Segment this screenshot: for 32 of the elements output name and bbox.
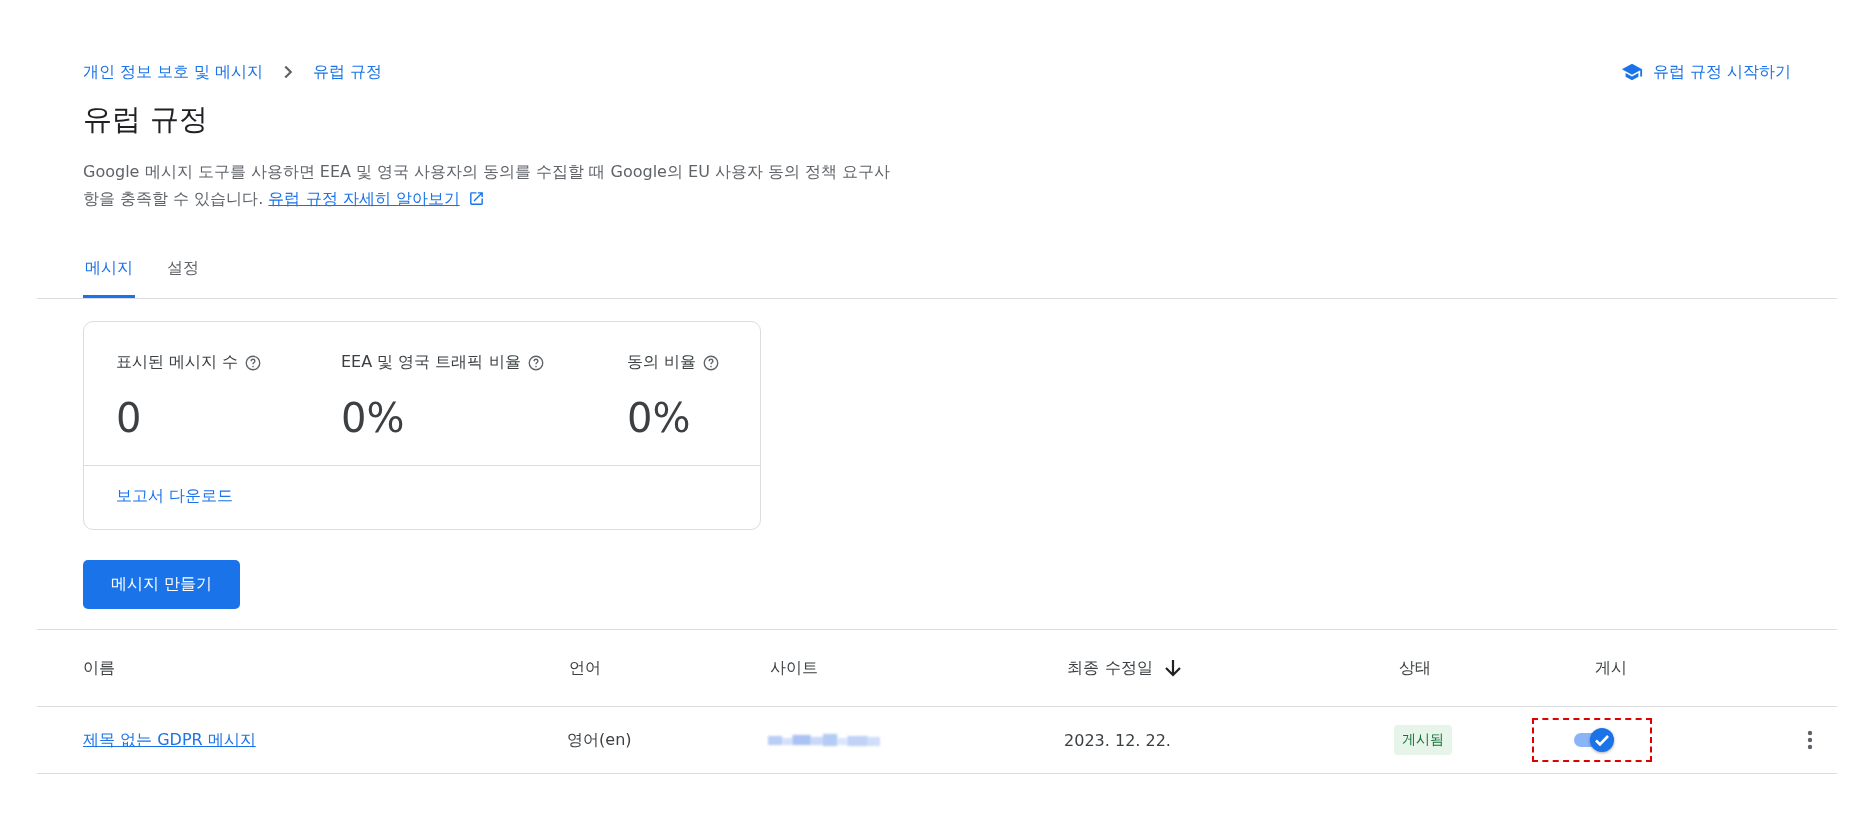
description-text: Google 메시지 도구를 사용하면 EEA 및 영국 사용자의 동의를 수집할 때 Google의 EU 사용자 동의 정책 요구사항을 충족할 수 있습니다. 유럽 규정 자세히 알아보기 bbox=[83, 161, 892, 210]
column-header: 최종 수정일 bbox=[1067, 657, 1153, 679]
learn-more-link[interactable]: 유럽 규정 자세히 알아보기 bbox=[268, 189, 485, 208]
stat-value: 0% bbox=[341, 395, 406, 441]
help-icon[interactable] bbox=[526, 353, 545, 372]
download-link[interactable]: 보고서 다운로드 bbox=[116, 486, 234, 505]
create-message-button[interactable]: 메시지 만들기 bbox=[83, 560, 241, 609]
stat-label: EEA 및 영국 트래픽 비율 bbox=[341, 352, 521, 373]
breadcrumb-link[interactable]: 개인 정보 보호 및 메시지 bbox=[83, 61, 264, 83]
breadcrumb-link[interactable]: 유럽 규정 bbox=[313, 61, 383, 83]
tab[interactable]: 설정 bbox=[165, 248, 201, 298]
help-icon[interactable] bbox=[244, 353, 263, 372]
start-link[interactable]: 유럽 규정 시작하기 bbox=[1620, 61, 1791, 83]
column-header: 이름 bbox=[83, 657, 115, 679]
more-options-icon[interactable] bbox=[1807, 728, 1814, 752]
column-header: 상태 bbox=[1398, 657, 1431, 679]
external-link-icon bbox=[467, 190, 485, 207]
graduation-cap-icon bbox=[1620, 61, 1643, 83]
page-title: 유럽 규정 bbox=[83, 101, 210, 138]
tab[interactable]: 메시지 bbox=[83, 248, 135, 298]
language-cell: 영어(en) bbox=[567, 729, 632, 751]
stat-label: 표시된 메시지 수 bbox=[116, 352, 239, 373]
stat-label: 동의 비율 bbox=[627, 352, 697, 373]
message-name-link[interactable]: 제목 없는 GDPR 메시지 bbox=[83, 729, 256, 751]
date-cell: 2023. 12. 22. bbox=[1064, 730, 1171, 750]
column-header: 언어 bbox=[568, 657, 601, 679]
column-header: 게시 bbox=[1594, 657, 1627, 679]
help-icon[interactable] bbox=[702, 353, 721, 372]
stat-value: 0% bbox=[627, 395, 692, 441]
status-chip: 게시됨 bbox=[1394, 725, 1453, 755]
column-header: 사이트 bbox=[770, 657, 819, 679]
stat-value: 0 bbox=[116, 395, 143, 441]
